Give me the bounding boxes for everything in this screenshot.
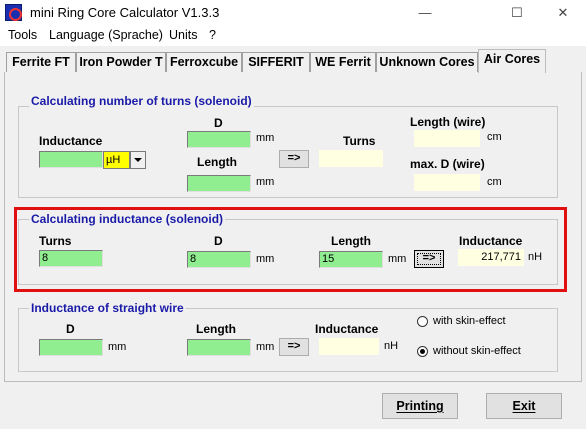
- menu-tools[interactable]: Tools: [8, 28, 37, 42]
- wire-inductance-label: Inductance: [315, 322, 379, 336]
- menu-units[interactable]: Units: [169, 28, 197, 42]
- exit-button[interactable]: Exit: [486, 393, 562, 419]
- turns-d-input[interactable]: [187, 131, 251, 148]
- ind-turns-label: Turns: [39, 234, 72, 248]
- ind-result-unit: nH: [528, 251, 543, 263]
- wire-length-input-unit: mm: [256, 341, 275, 353]
- wire-length-unit: cm: [487, 131, 502, 143]
- tab-iron-powder-t[interactable]: Iron Powder T: [76, 52, 166, 72]
- without-skin-effect-label[interactable]: without skin-effect: [433, 345, 521, 357]
- calc-inductance-button[interactable]: =>: [414, 250, 444, 268]
- wire-group-title: Inductance of straight wire: [29, 301, 186, 315]
- turns-length-input[interactable]: [187, 175, 251, 192]
- wire-inductance-unit: nH: [384, 340, 399, 352]
- inductance-unit-select[interactable]: µH: [103, 151, 130, 169]
- turns-result-label: Turns: [343, 134, 376, 148]
- turns-length-unit: mm: [256, 176, 275, 188]
- turns-group-title: Calculating number of turns (solenoid): [29, 94, 254, 108]
- chevron-down-icon[interactable]: [130, 151, 146, 169]
- tab-sifferit[interactable]: SIFFERIT: [242, 52, 310, 72]
- max-d-label: max. D (wire): [410, 157, 485, 171]
- with-skin-effect-radio[interactable]: [417, 316, 428, 327]
- with-skin-effect-label[interactable]: with skin-effect: [433, 315, 506, 327]
- turns-inductance-input[interactable]: [39, 151, 103, 168]
- wire-inductance-result: [319, 338, 379, 355]
- ind-result-label: Inductance: [459, 234, 523, 248]
- maximize-button[interactable]: ☐: [494, 0, 540, 26]
- close-button[interactable]: ✕: [540, 0, 586, 26]
- tab-ferroxcube[interactable]: Ferroxcube: [166, 52, 242, 72]
- ind-length-input[interactable]: 15: [319, 251, 383, 268]
- calc-turns-button[interactable]: =>: [279, 150, 309, 168]
- window-title: mini Ring Core Calculator V1.3.3: [30, 5, 220, 20]
- turns-d-unit: mm: [256, 132, 275, 144]
- menu-bar: Tools Language (Sprache) Units ?: [0, 26, 586, 46]
- wire-length-input[interactable]: [187, 339, 251, 356]
- ind-d-unit: mm: [256, 253, 275, 265]
- tab-air-cores[interactable]: Air Cores: [478, 49, 546, 73]
- wire-d-label: D: [66, 322, 75, 336]
- max-d-result: [414, 174, 480, 191]
- turns-d-label: D: [214, 116, 223, 130]
- calc-wire-button[interactable]: =>: [279, 338, 309, 356]
- minimize-button[interactable]: —: [402, 0, 448, 26]
- without-skin-effect-radio[interactable]: [417, 346, 428, 357]
- ind-turns-input[interactable]: 8: [39, 250, 103, 267]
- ind-d-label: D: [214, 234, 223, 248]
- turns-result: [319, 150, 383, 167]
- wire-length-input-label: Length: [196, 322, 236, 336]
- ind-length-label: Length: [331, 234, 371, 248]
- tab-we-ferrit[interactable]: WE Ferrit: [310, 52, 376, 72]
- ind-result: 217,771: [458, 249, 524, 266]
- wire-length-label: Length (wire): [410, 115, 486, 129]
- app-ring-icon: [5, 4, 22, 21]
- ind-d-input[interactable]: 8: [187, 251, 251, 268]
- turns-inductance-label: Inductance: [39, 134, 103, 148]
- title-bar: mini Ring Core Calculator V1.3.3 — ☐ ✕: [0, 0, 586, 26]
- wire-length-result: [414, 130, 480, 147]
- printing-button[interactable]: Printing: [382, 393, 458, 419]
- ind-length-unit: mm: [388, 253, 407, 265]
- menu-language[interactable]: Language (Sprache): [49, 28, 163, 42]
- tab-unknown-cores[interactable]: Unknown Cores: [376, 52, 478, 72]
- tab-ferrite-ft[interactable]: Ferrite FT: [6, 52, 76, 72]
- wire-d-unit: mm: [108, 341, 127, 353]
- max-d-unit: cm: [487, 176, 502, 188]
- wire-d-input[interactable]: [39, 339, 103, 356]
- menu-help[interactable]: ?: [209, 28, 216, 42]
- turns-length-label: Length: [197, 155, 237, 169]
